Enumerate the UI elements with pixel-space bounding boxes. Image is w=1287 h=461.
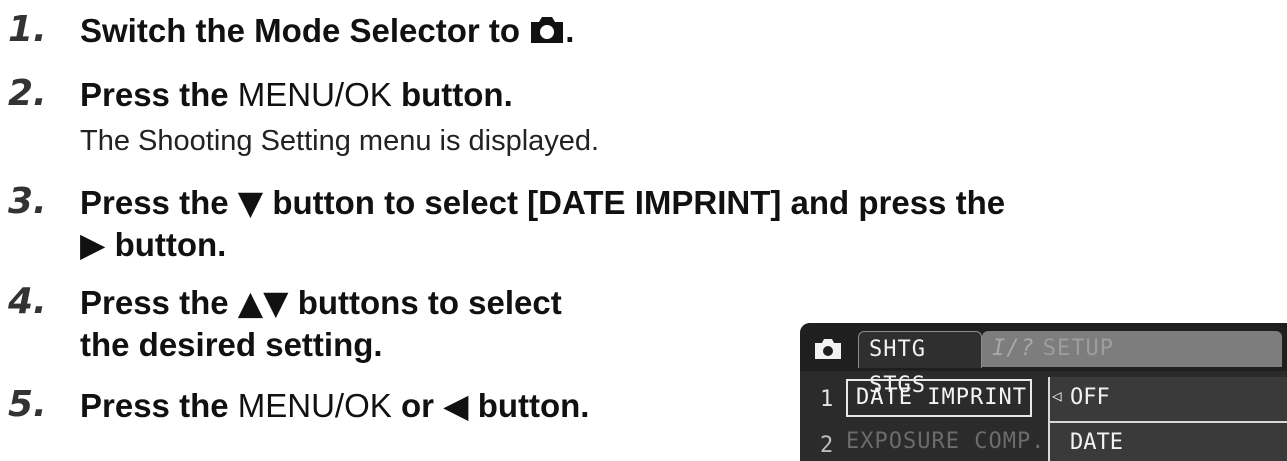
step-text-part: button. [477,387,590,424]
menu-ok-label: MENU/OK [237,387,392,424]
left-arrow-icon: ◀ [443,386,469,425]
step-number: 5. [8,384,47,425]
camera-icon [814,338,842,364]
step-text-part: Press the [80,284,229,321]
menu-item-exposure-comp[interactable]: EXPOSURE COMP. [846,429,1045,454]
menu-row-number: 1 [820,387,834,412]
camera-icon [529,14,565,54]
step-text-part: or [400,387,434,424]
tab-shooting-settings[interactable]: SHTG STGS [858,331,982,398]
step-text-part: buttons to select [297,284,562,321]
selection-arrow-icon: ◁ [1052,386,1062,405]
up-down-arrows-icon: ▲▼ [237,283,289,322]
step-text-part: button. [114,226,227,263]
step-text-part: button. [400,76,513,113]
down-arrow-icon: ▼ [237,183,264,222]
step-instruction-line1: Press the ▼ button to select [DATE IMPRI… [80,183,1005,223]
step-number: 1. [8,9,47,50]
menu-ok-label: MENU/OK [237,76,392,113]
step-instruction-line2: the desired setting. [80,326,383,363]
step-instruction: Press the MENU/OK button. [80,75,513,115]
tab-setup-label: SETUP [1042,336,1114,361]
step-instruction-line2: ▶ button. [80,225,226,265]
step-number: 4. [8,281,47,322]
step-number: 2. [8,73,47,114]
option-divider [1050,421,1287,423]
step-text-part: Switch the Mode Selector to [80,12,521,49]
date-imprint-options: ◁ OFF DATE [1048,377,1287,461]
step-text-part: . [565,12,575,49]
option-off[interactable]: OFF [1070,385,1110,410]
setup-icon: I/? [992,336,1035,361]
step-2-note: The Shooting Setting menu is displayed. [80,125,600,157]
step-instruction-line1: Press the ▲▼ buttons to select [80,283,562,323]
option-date[interactable]: DATE [1070,430,1123,455]
step-text-part: button to select [DATE IMPRINT] and pres… [272,184,1006,221]
camera-lcd-menu: SHTG STGS I/? SETUP 1 DATE IMPRINT 2 EXPO… [800,323,1287,461]
step-instruction: Press the MENU/OK or ◀ button. [80,386,589,426]
step-text-part: Press the [80,387,229,424]
tab-setup[interactable]: I/? SETUP [982,331,1282,367]
right-arrow-icon: ▶ [80,225,106,264]
step-text-part: Press the [80,184,229,221]
step-instruction: Switch the Mode Selector to . [80,11,574,54]
menu-item-date-imprint[interactable]: DATE IMPRINT [846,379,1032,417]
menu-row-number: 2 [820,433,834,458]
step-number: 3. [8,181,47,222]
lcd-tab-bar: SHTG STGS I/? SETUP [800,323,1287,398]
step-text-part: Press the [80,76,229,113]
